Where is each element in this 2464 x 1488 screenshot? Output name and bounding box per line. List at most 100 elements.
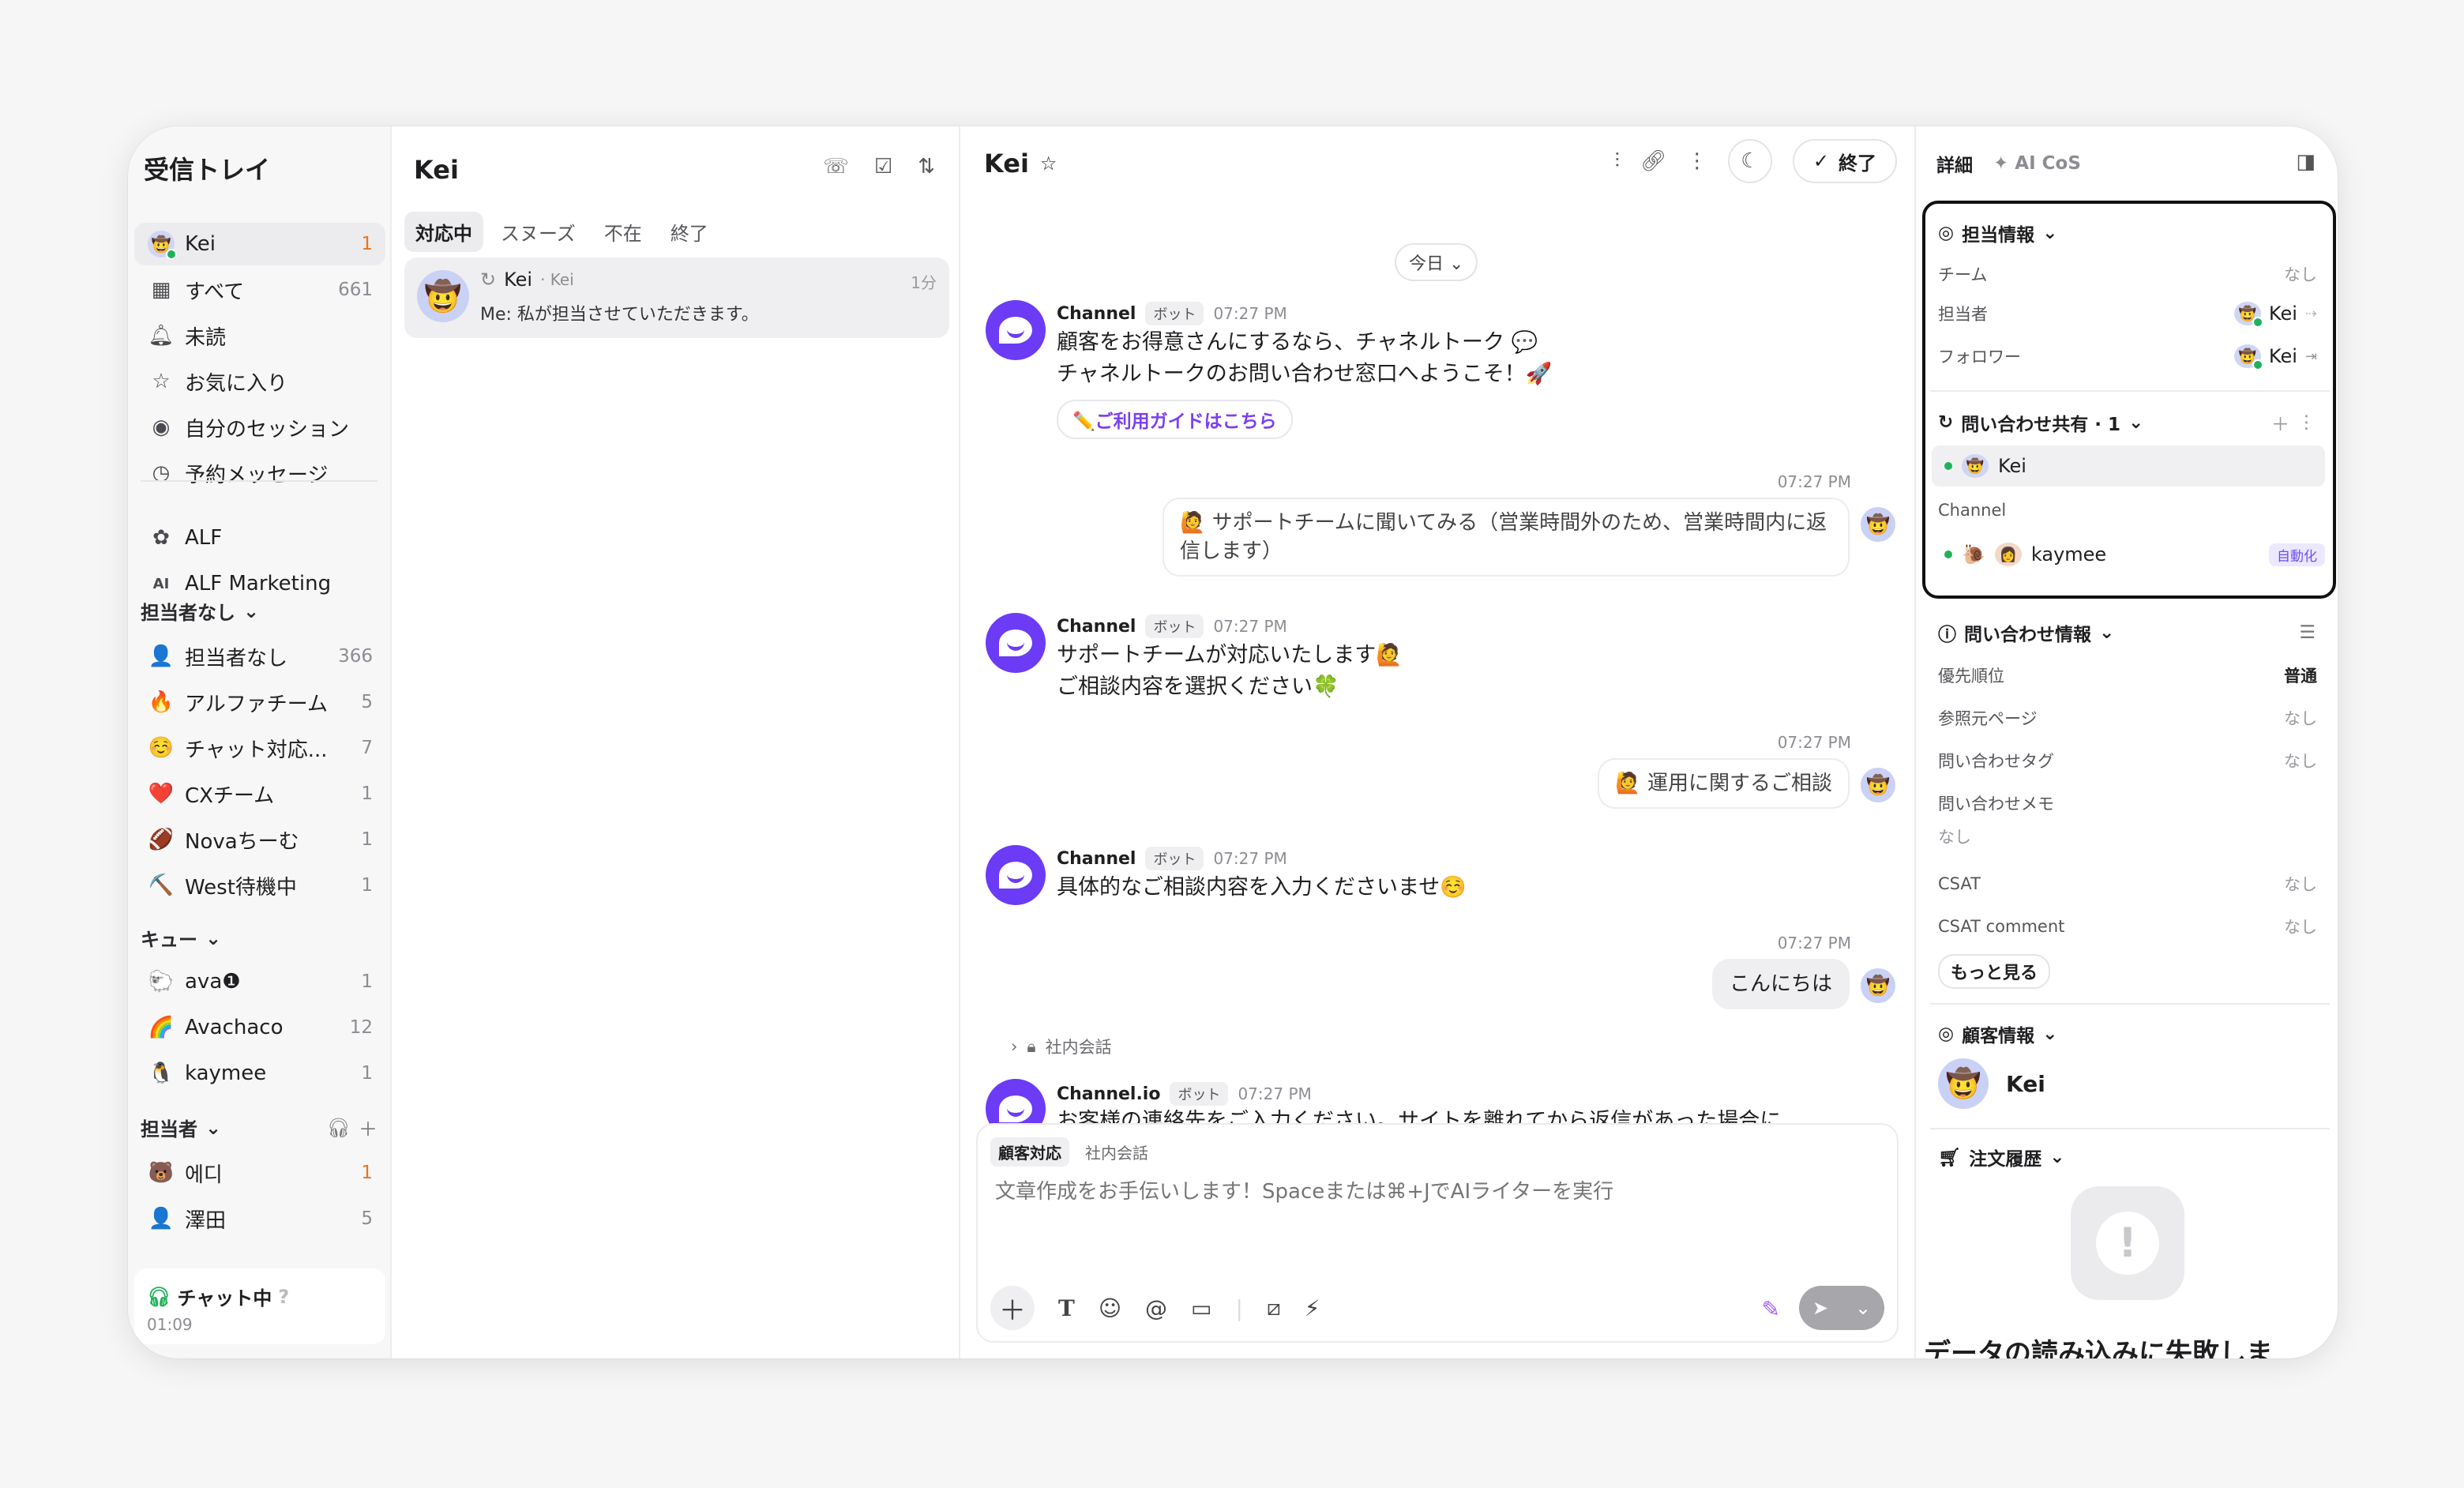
tab-customer-reply[interactable]: 顧客対応 <box>990 1137 1069 1167</box>
sidebar-item-unread[interactable]: 🔔︎ 未読 <box>134 314 385 357</box>
end-button[interactable]: ✓ 終了 <box>1792 139 1897 183</box>
more-icon[interactable]: ⋮ <box>2297 412 2316 433</box>
composer: 顧客対応 社内会話 ＋ T ☺ @ ▭ | ⧄ ⚡︎ ✎ ➤ ⌄ <box>976 1123 1899 1343</box>
field-assignee[interactable]: 担当者 🤠 Kei ⇢ <box>1938 302 2317 328</box>
avatar: 🤠 <box>1861 768 1895 802</box>
bolt-icon[interactable]: ⚡︎ <box>1305 1295 1320 1321</box>
sidebar-item-queue[interactable]: 🐑 ava❶ 1 <box>134 960 385 1003</box>
message-input[interactable] <box>995 1180 1880 1204</box>
sidebar-item-favorites[interactable]: ☆ お気に入り <box>134 360 385 403</box>
customer-card[interactable]: 🤠 Kei <box>1938 1058 2045 1109</box>
mention-icon[interactable]: @ <box>1145 1295 1167 1321</box>
sidebar-item-team[interactable]: 🔥 アルファチーム 5 <box>134 681 385 723</box>
field-value: なし <box>2284 918 2317 937</box>
field-memo[interactable]: なし <box>1938 825 2317 848</box>
field-team[interactable]: チーム なし <box>1938 262 2317 286</box>
section-header-assignee[interactable]: 担当者 ⌄ 🎧︎ ＋ <box>141 1114 377 1141</box>
section-header-label: 担当者 <box>141 1118 197 1140</box>
sidebar-item-assignee[interactable]: 👤 澤田 5 <box>134 1197 385 1240</box>
section-header-customer[interactable]: ◎ 顧客情報 ⌄ <box>1938 1020 2057 1047</box>
guide-button[interactable]: ✏️ご利用ガイドはこちら <box>1057 400 1293 439</box>
tab-snooze[interactable]: スヌーズ <box>490 212 587 252</box>
snooze-button[interactable]: ☾ <box>1727 139 1772 183</box>
section-title: 注文履歴 <box>1969 1149 2042 1170</box>
section-header-info[interactable]: ⓘ 問い合わせ情報 ⌄ ☰ <box>1938 619 2316 646</box>
emoji-icon[interactable]: ☺ <box>1099 1295 1121 1321</box>
field-priority[interactable]: 優先順位 普通 <box>1938 663 2317 687</box>
conversation-item[interactable]: 🤠 ↻ Kei · Kei 1分 Me: 私が担当させていただきます。 <box>404 257 949 338</box>
template-icon[interactable]: ▭ <box>1191 1295 1211 1321</box>
section-header-orders[interactable]: 🛒︎ 注文履歴 ⌄ <box>1938 1144 2064 1170</box>
tab-internal-note[interactable]: 社内会話 <box>1077 1137 1156 1167</box>
unassign-icon[interactable]: ⇢ <box>2305 306 2317 322</box>
sidebar-item-label: ALF <box>185 526 223 550</box>
more-icon[interactable]: ⋮ <box>1687 149 1707 173</box>
field-value: Kei <box>2268 302 2297 325</box>
sidebar-item-count: 5 <box>361 692 373 712</box>
text-format-icon[interactable]: T <box>1058 1295 1075 1321</box>
sidebar-item-team[interactable]: 🏈 Novaちーむ 1 <box>134 818 385 861</box>
field-value: なし <box>2284 265 2317 284</box>
section-header-share[interactable]: ↻ 問い合わせ共有 · 1 ⌄ ＋ ⋮ <box>1938 409 2316 436</box>
sidebar-item-queue[interactable]: 🐧 kaymee 1 <box>134 1052 385 1095</box>
sidebar-item-all[interactable]: ▦ すべて 661 <box>134 269 385 311</box>
field-tags[interactable]: 問い合わせタグ なし <box>1938 749 2317 772</box>
panel-toggle-icon[interactable]: ◨ <box>2296 150 2316 174</box>
section-header-unassigned[interactable]: 担当者なし ⌄ <box>141 597 259 625</box>
field-csat-comment[interactable]: CSAT comment なし <box>1938 915 2317 938</box>
voice-icon[interactable]: ⫶ <box>1614 149 1620 174</box>
sidebar-item-alf[interactable]: ✿ ALF <box>134 517 385 559</box>
leave-icon[interactable]: ⇥ <box>2305 348 2317 365</box>
checkbox-icon[interactable]: ☑ <box>874 155 892 178</box>
sidebar-item-team[interactable]: ☺️ チャット対応... 7 <box>134 727 385 769</box>
headset-icon[interactable]: 🎧︎ <box>327 1117 351 1139</box>
field-csat[interactable]: CSAT なし <box>1938 872 2317 896</box>
more-button[interactable]: もっと見る <box>1938 954 2051 989</box>
share-bot-row[interactable]: 🐌 👩 kaymee 自動化 <box>1932 534 2325 575</box>
section-title: 担当情報 <box>1962 225 2035 246</box>
attach-button[interactable]: ＋ <box>990 1286 1035 1330</box>
sidebar-item-label: 予約メッセージ <box>185 463 329 487</box>
message-line: チャネルトークのお問い合わせ窓口へようこそ！🚀 <box>1057 362 1553 386</box>
field-follower[interactable]: フォロワー 🤠 Kei ⇥ <box>1938 344 2317 370</box>
sidebar-item-team[interactable]: ⛏️ West待機中 1 <box>134 864 385 907</box>
field-referrer[interactable]: 参照元ページ なし <box>1938 706 2317 730</box>
settings-icon[interactable]: ☰ <box>2299 622 2316 643</box>
add-icon[interactable]: ＋ <box>359 1114 377 1141</box>
message-line: 顧客をお得意さんにするなら、チャネルトーク 💬 <box>1057 330 1538 355</box>
sidebar-item-assignee[interactable]: 🐻 에디 1 <box>134 1152 385 1194</box>
chat-status[interactable]: 🎧︎ チャット中? 01:09 <box>134 1268 385 1344</box>
date-divider[interactable]: 今日 ⌄ <box>1395 243 1478 281</box>
sidebar-item-me[interactable]: 🤠 Kei 1 <box>134 223 385 265</box>
sidebar-item-team[interactable]: ❤️ CXチーム 1 <box>134 772 385 815</box>
tab-details[interactable]: 詳細 <box>1936 150 1973 177</box>
sidebar-item-queue[interactable]: 🌈 Avachaco 12 <box>134 1006 385 1049</box>
field-value: なし <box>2284 709 2317 728</box>
message-line: ご相談内容を選択ください🍀 <box>1057 674 1339 699</box>
chevron-down-icon[interactable]: ⌄ <box>1855 1297 1871 1319</box>
ai-writer-icon[interactable]: ✎ <box>1762 1296 1780 1322</box>
phone-icon[interactable]: ☏ <box>823 155 849 178</box>
send-button[interactable]: ➤ ⌄ <box>1799 1286 1884 1330</box>
tab-ai-cos[interactable]: ✦ AI CoS <box>1993 153 2081 174</box>
command-icon[interactable]: ⧄ <box>1267 1294 1281 1321</box>
field-value: なし <box>1938 828 1971 847</box>
link-icon[interactable]: 🔗︎ <box>1640 149 1666 173</box>
internal-thread-toggle[interactable]: › 🔒︎ 社内会話 <box>1011 1035 1112 1058</box>
help-icon[interactable]: ? <box>278 1286 289 1308</box>
tab-active[interactable]: 対応中 <box>404 212 483 252</box>
sidebar-item-scheduled[interactable]: ◷ 予約メッセージ <box>134 452 385 494</box>
chevron-down-icon: ⌄ <box>2099 622 2115 643</box>
bot-message: 具体的なご相談内容を入力くださいませ☺️ <box>1057 872 1467 904</box>
add-icon[interactable]: ＋ <box>2271 409 2289 436</box>
section-header-queue[interactable]: キュー ⌄ <box>141 924 221 952</box>
tab-closed[interactable]: 終了 <box>659 212 719 252</box>
sort-icon[interactable]: ⇅ <box>918 155 935 178</box>
tab-absent[interactable]: 不在 <box>593 212 653 252</box>
share-user-row[interactable]: 🤠 Kei <box>1932 445 2325 487</box>
details-panel: 詳細 ✦ AI CoS ◨ ◎ 担当情報 ⌄ チーム なし 担当者 🤠 Kei ⇢ … <box>1916 126 2338 1358</box>
star-icon[interactable]: ☆ <box>1040 152 1057 175</box>
section-header-assign[interactable]: ◎ 担当情報 ⌄ <box>1938 220 2057 246</box>
sidebar-item-my-sessions[interactable]: ◉ 自分のセッション <box>134 406 385 449</box>
sidebar-item-team[interactable]: 👤 担当者なし 366 <box>134 635 385 678</box>
